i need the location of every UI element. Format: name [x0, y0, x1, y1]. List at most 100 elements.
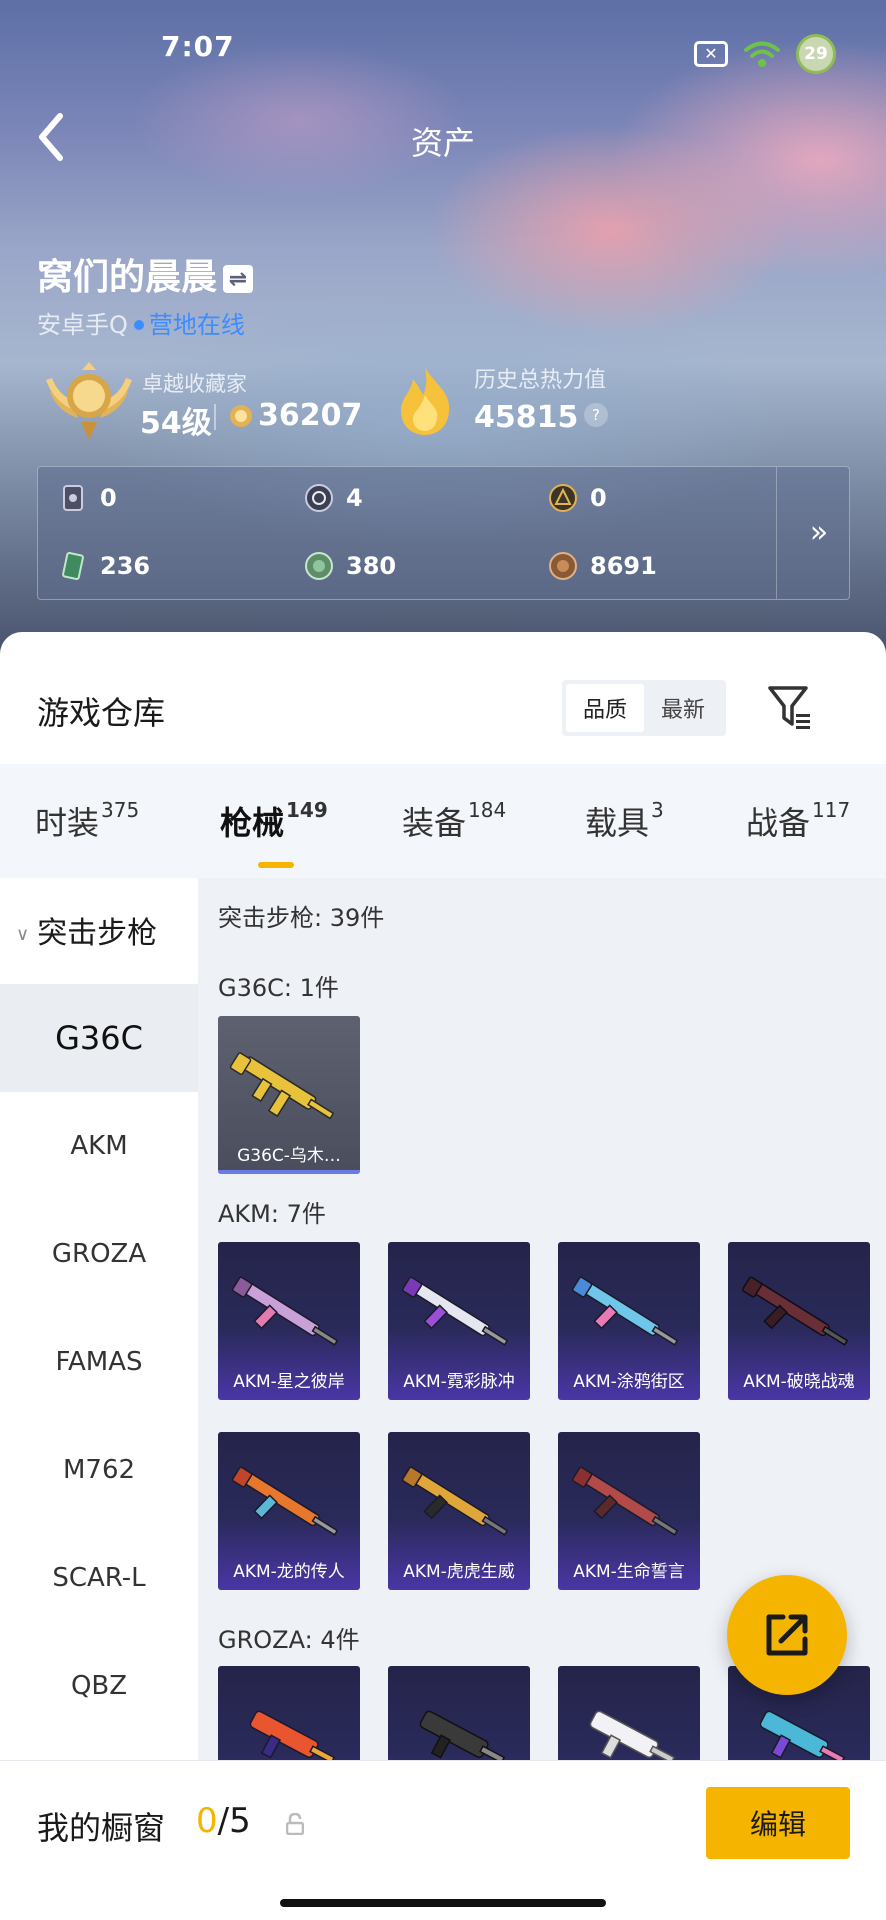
- tab-firearms[interactable]: 枪械 149: [220, 798, 328, 844]
- resource-value: 4: [346, 484, 363, 512]
- weapon-card[interactable]: AKM-霓彩脉冲: [388, 1242, 530, 1400]
- user-name: 窝们的晨晨 ⇌: [37, 248, 254, 300]
- gold-badge-icon: [549, 484, 577, 512]
- sort-quality-button[interactable]: 品质: [566, 684, 644, 732]
- rank-label: 卓越收藏家: [142, 372, 247, 396]
- tab-label: 时装: [35, 804, 100, 842]
- warehouse-title: 游戏仓库: [37, 694, 166, 732]
- tab-equipment[interactable]: 装备 184: [402, 798, 506, 844]
- share-button[interactable]: [727, 1575, 847, 1695]
- rank-points: 36207: [258, 398, 363, 433]
- warehouse-sheet: 游戏仓库 品质 最新 时装 375 枪械 149 装备 184 载具 3 战备 117 ∨…: [0, 632, 886, 1920]
- weapon-name: AKM-霓彩脉冲: [403, 1372, 515, 1392]
- switch-account-icon[interactable]: ⇌: [223, 265, 254, 293]
- battery-icon: 29: [796, 34, 836, 74]
- silver-coin-icon: [305, 484, 333, 512]
- gun-image: [401, 1466, 509, 1536]
- weapon-card[interactable]: AKM-龙的传人: [218, 1432, 360, 1590]
- flame-icon: [401, 367, 450, 435]
- user-name-text: 窝们的晨晨: [37, 257, 218, 298]
- share-icon: [766, 1614, 808, 1656]
- gun-image: [571, 1466, 679, 1536]
- sort-newest-button[interactable]: 最新: [644, 684, 722, 732]
- sidebar-group-header[interactable]: ∨ 突击步枪: [16, 908, 157, 952]
- sidebar-item-m762[interactable]: M762: [0, 1416, 198, 1524]
- resources-more-icon[interactable]: »: [793, 515, 845, 550]
- tab-count: 149: [286, 798, 328, 822]
- status-time: 7:07: [161, 30, 235, 63]
- category-tabs: 时装 375 枪械 149 装备 184 载具 3 战备 117: [0, 764, 886, 878]
- sidebar-item-scar-l[interactable]: SCAR-L: [0, 1524, 198, 1632]
- weapon-card[interactable]: AKM-涂鸦街区: [558, 1242, 700, 1400]
- green-coin-icon: [305, 552, 333, 580]
- heat-label: 历史总热力值: [474, 368, 607, 393]
- weapon-card[interactable]: G36C-乌木…: [218, 1016, 360, 1174]
- lock-icon: [286, 1813, 304, 1835]
- gun-image: [741, 1276, 849, 1346]
- rank-separator: [214, 404, 216, 430]
- tab-count: 375: [101, 798, 140, 822]
- gun-image: [401, 1276, 509, 1346]
- rarity-bar: [218, 1170, 360, 1174]
- weapon-name: G36C-乌木…: [237, 1146, 341, 1166]
- resource-item: 4: [304, 483, 363, 513]
- sidebar-item-g36c[interactable]: G36C: [0, 984, 198, 1092]
- profile-header: 7:07 ✕ 29 资产 窝们的晨晨 ⇌ 安卓手Q 营地在线 卓越收藏家 54级 3…: [0, 0, 886, 660]
- resources-divider: [776, 467, 777, 599]
- chevron-down-icon: ∨: [16, 924, 30, 945]
- showcase-total: /5: [217, 1801, 251, 1841]
- resource-value: 0: [590, 484, 607, 512]
- weapon-card[interactable]: AKM-破晓战魂: [728, 1242, 870, 1400]
- sidebar-item-akm[interactable]: AKM: [0, 1092, 198, 1200]
- resource-item: 236: [58, 551, 150, 581]
- sort-toggle: 品质 最新: [562, 680, 726, 736]
- bronze-coin-icon: [549, 552, 577, 580]
- weapon-name: AKM-龙的传人: [233, 1562, 345, 1582]
- showcase-current: 0: [196, 1801, 218, 1841]
- user-subtitle: 安卓手Q 营地在线: [37, 305, 245, 340]
- home-indicator[interactable]: [280, 1899, 606, 1907]
- gun-image: [231, 1466, 339, 1536]
- showcase-count: 0/5: [196, 1801, 251, 1841]
- tab-active-indicator: [258, 862, 294, 868]
- showcase-label: 我的橱窗: [37, 1809, 166, 1847]
- sidebar-item-famas[interactable]: FAMAS: [0, 1308, 198, 1416]
- card-icon: [63, 485, 83, 511]
- resources-panel[interactable]: 0 4 0 236 380 8691 »: [37, 466, 850, 600]
- group-title: GROZA: 4件: [218, 1626, 360, 1654]
- tab-vehicles[interactable]: 载具 3: [585, 798, 664, 844]
- tab-fashion[interactable]: 时装 375: [35, 798, 139, 844]
- weapon-card[interactable]: AKM-生命誓言: [558, 1432, 700, 1590]
- resource-value: 8691: [590, 552, 657, 580]
- filter-icon[interactable]: [766, 682, 814, 732]
- gun-image: [229, 1052, 335, 1120]
- sidebar-item-qbz[interactable]: QBZ: [0, 1632, 198, 1740]
- collector-point-icon: [230, 405, 252, 427]
- tab-gear[interactable]: 战备 117: [746, 798, 850, 844]
- weapon-name: AKM-破晓战魂: [743, 1372, 855, 1392]
- group-title: G36C: 1件: [218, 974, 339, 1002]
- group-title: AKM: 7件: [218, 1200, 326, 1228]
- resource-item: 380: [304, 551, 396, 581]
- gun-image: [231, 1276, 339, 1346]
- collector-medal-icon: [46, 362, 132, 440]
- weapon-name: AKM-生命誓言: [573, 1562, 685, 1582]
- weapon-sidebar: ∨ 突击步枪 G36C AKM GROZA FAMAS M762 SCAR-L Q…: [0, 878, 198, 1778]
- help-icon[interactable]: ?: [584, 403, 608, 427]
- wifi-icon: [744, 41, 780, 67]
- heat-value: 45815: [474, 400, 579, 435]
- edit-button[interactable]: 编辑: [706, 1787, 850, 1859]
- weapon-card[interactable]: AKM-星之彼岸: [218, 1242, 360, 1400]
- green-ticket-icon: [62, 551, 84, 581]
- rank-level: 54级: [140, 406, 212, 441]
- sidebar-item-groza[interactable]: GROZA: [0, 1200, 198, 1308]
- tab-count: 184: [468, 798, 507, 822]
- gun-image: [571, 1276, 679, 1346]
- status-icons: ✕ 29: [694, 34, 836, 74]
- resource-item: 0: [58, 483, 117, 513]
- weapon-card[interactable]: AKM-虎虎生威: [388, 1432, 530, 1590]
- resource-item: 0: [548, 483, 607, 513]
- resource-value: 236: [100, 552, 151, 580]
- weapon-name: AKM-虎虎生威: [403, 1562, 515, 1582]
- sidebar-group-label: 突击步枪: [37, 916, 158, 951]
